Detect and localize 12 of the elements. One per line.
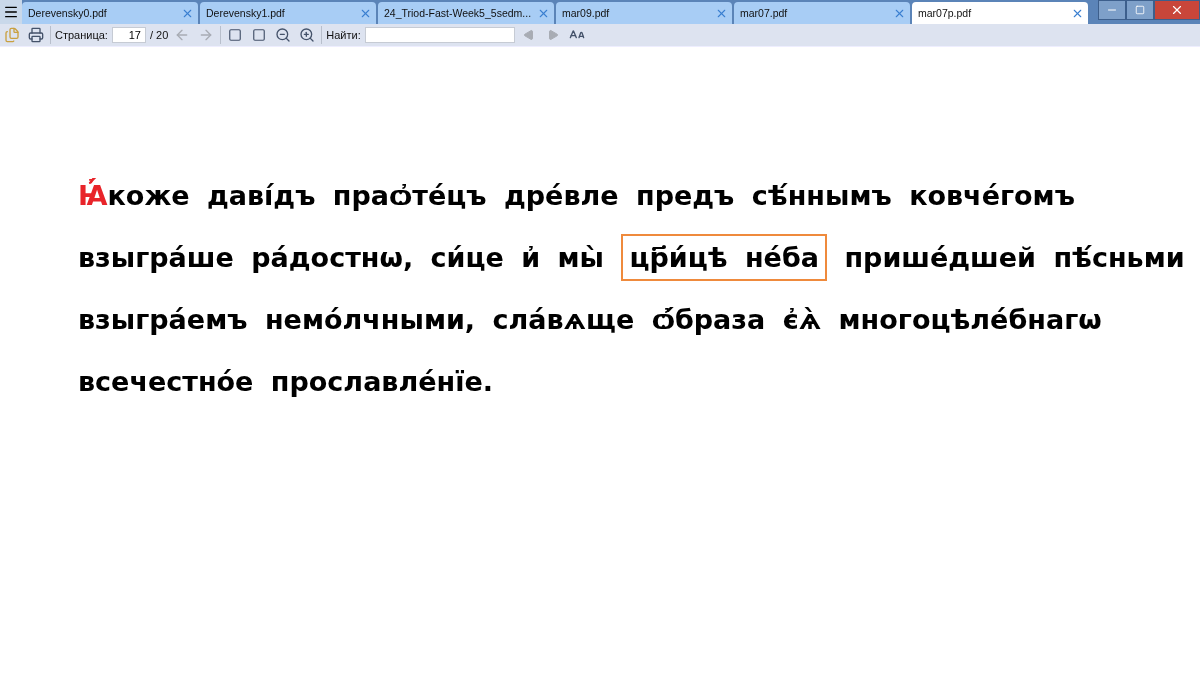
find-label: Найти:: [326, 29, 361, 41]
search-highlight: цр҃и́цѣ не́ба: [621, 234, 827, 281]
page-total: / 20: [149, 29, 169, 41]
document-tab[interactable]: mar07.pdf: [734, 2, 910, 24]
document-tab[interactable]: 24_Triod-Fast-Week5_5sedm...: [378, 2, 554, 24]
document-tab[interactable]: Derevensky0.pdf: [22, 2, 198, 24]
document-tab[interactable]: mar09.pdf: [556, 2, 732, 24]
document-paragraph: Ꙗ҆́коже даві́дъ праѻ҆те́цъ дре́вле предъ сѣ́ннымъ ковче́гомъ взыгра́ше ра́достнѡ, си́це и҆ мы̀ цр҃и́цѣ не́ба прише́дшей пѣ́сньми взыгра́емъ немо́лчными, сла́вѧще ѻ҆́браза є҆ѧ̀ многоцѣле́бнагѡ всечестно́е прославле́нїе.: [78, 177, 1186, 399]
document-tab[interactable]: mar07p.pdf: [912, 2, 1088, 24]
page-label: Страница:: [55, 29, 108, 41]
document-tab[interactable]: Derevensky1.pdf: [200, 2, 376, 24]
page-field[interactable]: 17: [111, 27, 146, 43]
